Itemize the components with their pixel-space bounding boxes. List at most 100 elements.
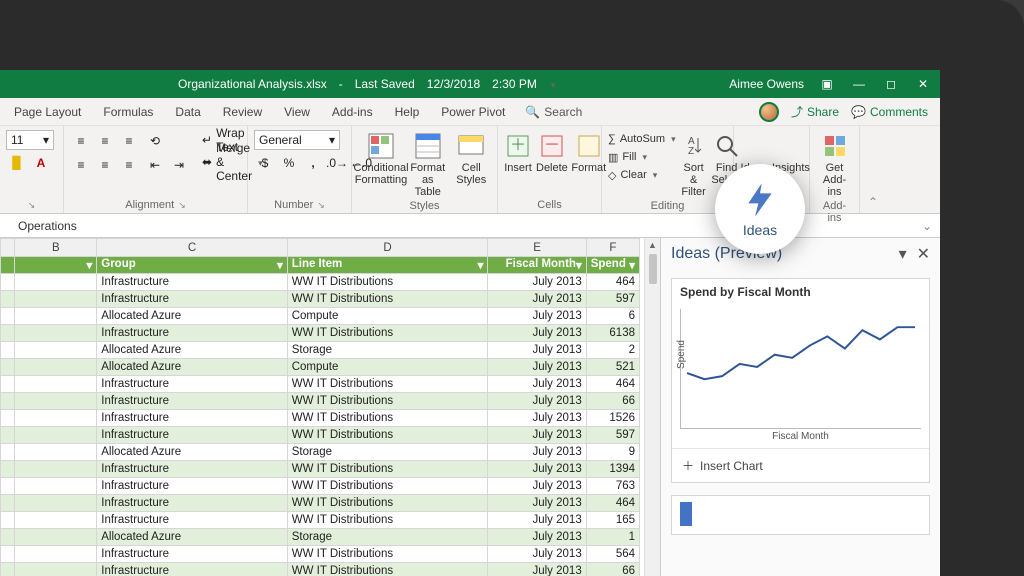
col-f[interactable]: F [586, 239, 639, 257]
saved-dropdown-icon[interactable] [549, 77, 556, 91]
account-username[interactable]: Aimee Owens [729, 77, 804, 91]
insert-chart-button[interactable]: ＋ Insert Chart [672, 448, 929, 482]
tab-help[interactable]: Help [385, 101, 430, 123]
comments-button[interactable]: 💬 Comments [851, 105, 928, 119]
chart-ylabel: Spend [676, 340, 687, 369]
insert-cells-button[interactable]: ＋ Insert [504, 130, 532, 174]
clear-dropdown-icon[interactable] [651, 169, 658, 181]
tell-me-search[interactable]: 🔍 Search [525, 105, 582, 119]
alignment-dialog-launcher-icon[interactable]: ↘ [178, 200, 186, 211]
comma-format-icon[interactable]: , [302, 152, 324, 174]
table-row[interactable]: InfrastructureWW IT DistributionsJuly 20… [1, 427, 640, 444]
get-addins-button[interactable]: Get Add-ins [816, 130, 853, 198]
tab-addins[interactable]: Add-ins [322, 101, 383, 123]
tab-power-pivot[interactable]: Power Pivot [431, 101, 515, 123]
accounting-format-icon[interactable]: $ [254, 152, 276, 174]
scroll-up-icon[interactable]: ▲ [648, 238, 657, 252]
share-button[interactable]: ⤴ Share [791, 103, 839, 120]
fill-button[interactable]: ▥Fill [608, 148, 676, 166]
ideas-card-chart: Spend [680, 309, 921, 429]
filter-icon[interactable]: ▾ [629, 258, 635, 272]
percent-format-icon[interactable]: % [278, 152, 300, 174]
align-center-icon[interactable]: ≡ [94, 154, 116, 176]
table-row[interactable]: InfrastructureWW IT DistributionsJuly 20… [1, 393, 640, 410]
ideas-card-spend-by-month[interactable]: Spend by Fiscal Month Spend Fiscal Month… [671, 278, 930, 483]
table-row[interactable]: Allocated AzureComputeJuly 2013521 [1, 359, 640, 376]
tab-view[interactable]: View [274, 101, 320, 123]
align-top-icon[interactable]: ≡ [70, 130, 92, 152]
tab-data[interactable]: Data [165, 101, 210, 123]
table-row[interactable]: Allocated AzureStorageJuly 20132 [1, 342, 640, 359]
table-row[interactable]: InfrastructureWW IT DistributionsJuly 20… [1, 325, 640, 342]
table-row[interactable]: InfrastructureWW IT DistributionsJuly 20… [1, 410, 640, 427]
sort-filter-button[interactable]: AZ Sort & Filter [680, 130, 708, 198]
font-dialog-launcher-icon[interactable]: ↘ [28, 200, 36, 211]
table-row[interactable]: InfrastructureWW IT DistributionsJuly 20… [1, 291, 640, 308]
decrease-indent-icon[interactable]: ⇤ [144, 154, 166, 176]
scroll-thumb[interactable] [649, 254, 657, 284]
tab-formulas[interactable]: Formulas [93, 101, 163, 123]
orientation-icon[interactable]: ⟲ [144, 130, 166, 152]
coauthor-avatar[interactable] [759, 102, 779, 122]
fill-color-icon[interactable]: ▉ [6, 152, 28, 174]
conditional-formatting-button[interactable]: Conditional Formatting [358, 130, 404, 186]
align-middle-icon[interactable]: ≡ [94, 130, 116, 152]
table-row[interactable]: Allocated AzureStorageJuly 20131 [1, 529, 640, 546]
table-row[interactable]: InfrastructureWW IT DistributionsJuly 20… [1, 274, 640, 291]
col-e[interactable]: E [488, 239, 586, 257]
collapse-ribbon-icon[interactable]: ⌃ [860, 191, 886, 213]
column-headers[interactable]: B C D E F [1, 239, 640, 257]
vertical-scrollbar[interactable]: ▲ [644, 238, 660, 576]
number-dialog-launcher-icon[interactable]: ↘ [317, 200, 325, 211]
ideas-card-secondary[interactable] [671, 495, 930, 535]
table-row[interactable]: InfrastructureWW IT DistributionsJuly 20… [1, 563, 640, 576]
number-format-combo[interactable]: General▾ [254, 130, 340, 150]
table-row[interactable]: InfrastructureWW IT DistributionsJuly 20… [1, 376, 640, 393]
maximize-button[interactable]: ◻ [882, 75, 900, 93]
ideas-callout-bubble[interactable]: Ideas [715, 164, 805, 254]
filter-icon[interactable]: ▾ [576, 258, 582, 272]
filter-icon[interactable]: ▾ [277, 258, 283, 272]
col-b[interactable]: B [15, 239, 97, 257]
format-cells-button[interactable]: Format [572, 130, 606, 174]
font-color-icon[interactable]: A [30, 152, 52, 174]
pane-close-icon[interactable]: ✕ [917, 244, 930, 264]
fill-dropdown-icon[interactable] [640, 151, 647, 163]
col-d[interactable]: D [287, 239, 488, 257]
delete-cells-icon: － [538, 132, 566, 160]
table-row[interactable]: InfrastructureWW IT DistributionsJuly 20… [1, 478, 640, 495]
table-row[interactable]: Allocated AzureStorageJuly 20139 [1, 444, 640, 461]
table-row[interactable]: InfrastructureWW IT DistributionsJuly 20… [1, 461, 640, 478]
cell-styles-icon [457, 132, 485, 160]
format-as-table-button[interactable]: Format as Table [408, 130, 448, 198]
clear-button[interactable]: ◇Clear [608, 166, 676, 184]
expand-formula-bar-icon[interactable]: ⌄ [914, 219, 940, 233]
col-c[interactable]: C [97, 239, 287, 257]
table-row[interactable]: InfrastructureWW IT DistributionsJuly 20… [1, 546, 640, 563]
autosum-button[interactable]: ∑AutoSum [608, 130, 676, 148]
tab-page-layout[interactable]: Page Layout [4, 101, 91, 123]
table-row[interactable]: InfrastructureWW IT DistributionsJuly 20… [1, 512, 640, 529]
delete-cells-button[interactable]: － Delete [536, 130, 568, 174]
increase-indent-icon[interactable]: ⇥ [168, 154, 190, 176]
ribbon-display-options-icon[interactable]: ▣ [818, 75, 836, 93]
comments-label: Comments [870, 105, 928, 119]
align-bottom-icon[interactable]: ≡ [118, 130, 140, 152]
font-size-combo[interactable]: 11▾ [6, 130, 54, 150]
number-group-label: Number [274, 199, 313, 211]
close-button[interactable]: ✕ [914, 75, 932, 93]
table-row[interactable]: Allocated AzureComputeJuly 20136 [1, 308, 640, 325]
worksheet-grid[interactable]: B C D E F ▾ Group▾ Line Item▾ [0, 238, 644, 576]
align-right-icon[interactable]: ≡ [118, 154, 140, 176]
filter-icon[interactable]: ▾ [478, 258, 484, 272]
increase-decimal-icon[interactable]: .0→ [326, 152, 348, 174]
sort-filter-icon: AZ [680, 132, 708, 160]
tab-review[interactable]: Review [213, 101, 272, 123]
table-row[interactable]: InfrastructureWW IT DistributionsJuly 20… [1, 495, 640, 512]
filter-icon[interactable]: ▾ [86, 258, 92, 272]
pane-options-icon[interactable]: ▾ [899, 244, 907, 264]
minimize-button[interactable]: — [850, 75, 868, 93]
align-left-icon[interactable]: ≡ [70, 154, 92, 176]
cell-styles-button[interactable]: Cell Styles [452, 130, 492, 186]
autosum-dropdown-icon[interactable] [669, 133, 676, 145]
